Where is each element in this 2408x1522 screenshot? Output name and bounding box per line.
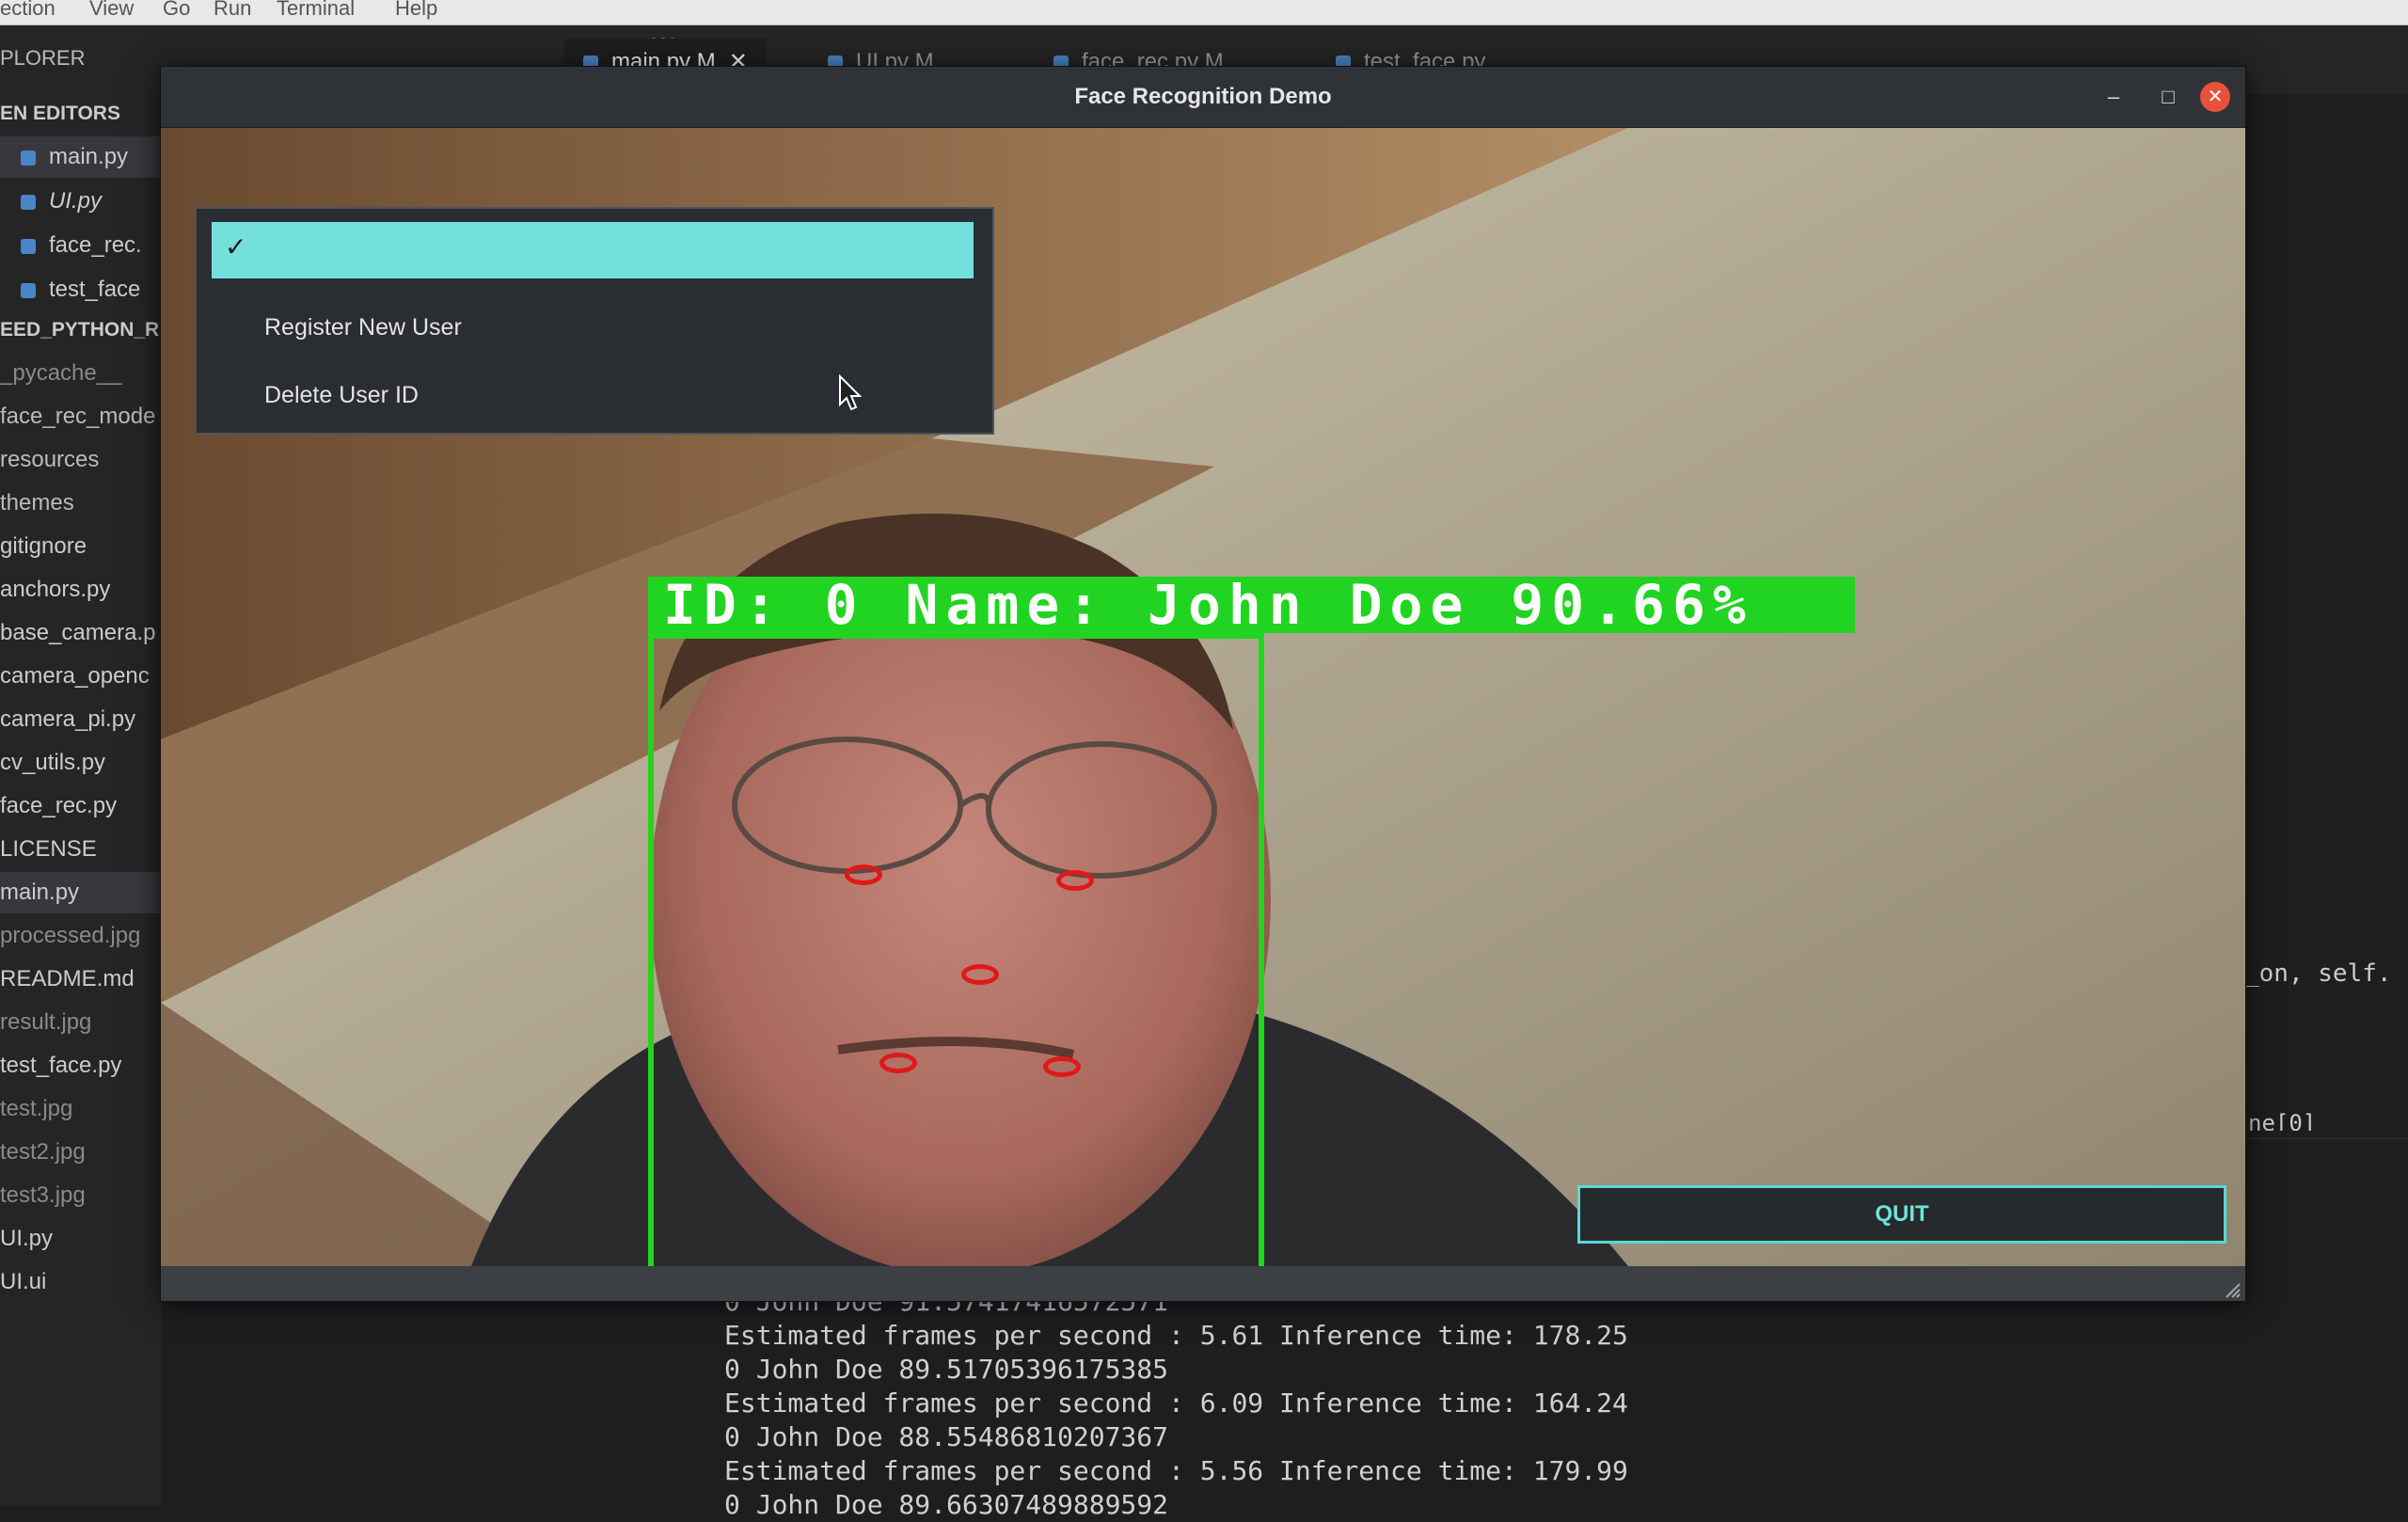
file-item[interactable]: LICENSE (0, 829, 162, 870)
code-text: _on, self. (2244, 959, 2392, 988)
file-item[interactable]: test2.jpg (0, 1132, 162, 1173)
open-editor-item[interactable]: test_face (0, 269, 162, 310)
file-item[interactable]: test3.jpg (0, 1175, 162, 1216)
open-editor-label: face_rec. (49, 232, 142, 258)
close-icon[interactable]: ✕ (2200, 82, 2230, 112)
detection-label-bar: ID: 0 Name: John Doe 90.66% (648, 573, 1855, 637)
open-editor-label: main.py (49, 144, 129, 169)
landmark-mouth-left (879, 1053, 917, 1073)
landmark-right-eye (1056, 870, 1094, 891)
file-item[interactable]: face_rec_mode (0, 396, 162, 437)
editor-code-fragment: _on, self. (2244, 959, 2392, 988)
landmark-left-eye (845, 864, 882, 885)
menu-selection[interactable]: ection (0, 0, 55, 21)
open-editor-label: test_face (49, 277, 141, 302)
open-editor-item[interactable]: main.py (0, 136, 162, 178)
project-title[interactable]: EED_PYTHON_R (0, 319, 159, 341)
file-item[interactable]: gitignore (0, 526, 162, 567)
file-item[interactable]: result.jpg (0, 1002, 162, 1043)
python-file-icon (21, 238, 36, 254)
file-item[interactable]: face_rec.py (0, 785, 162, 827)
file-item[interactable]: camera_pi.py (0, 699, 162, 740)
python-file-icon (21, 194, 36, 210)
mouse-cursor-icon (839, 374, 863, 411)
file-item[interactable]: UI.py (0, 1218, 162, 1260)
register-new-user-item[interactable]: Register New User (264, 314, 462, 341)
terminal-line: Estimated frames per second : 5.61 Infer… (724, 1320, 1628, 1351)
window-title: Face Recognition Demo (1074, 84, 1332, 109)
window-statusbar (161, 1266, 2245, 1301)
terminal-line: Estimated frames per second : 6.09 Infer… (724, 1387, 1628, 1419)
menu-item-selected[interactable]: ✓ (212, 222, 974, 278)
menu-run[interactable]: Run (214, 0, 251, 21)
file-item[interactable]: _pycache__ (0, 353, 162, 394)
open-editors-title[interactable]: EN EDITORS (0, 103, 120, 125)
file-item[interactable]: test_face.py (0, 1045, 162, 1086)
explorer-title: PLORER (0, 46, 86, 70)
python-file-icon (21, 282, 36, 298)
minimize-icon[interactable]: – (2099, 82, 2129, 112)
resize-grip-icon[interactable] (2223, 1280, 2242, 1299)
terminal-line: Estimated frames per second : 5.56 Infer… (724, 1455, 1628, 1486)
file-item[interactable]: base_camera.p (0, 612, 162, 654)
open-editor-item[interactable]: UI.py (0, 181, 162, 222)
landmark-nose (961, 964, 999, 985)
open-editor-item[interactable]: face_rec. (0, 225, 162, 266)
options-menu: ✓ Register New User Delete User ID (195, 207, 994, 435)
camera-feed: ✓ Register New User Delete User ID ID: 0… (161, 128, 2245, 1266)
file-item[interactable]: cv_utils.py (0, 742, 162, 784)
file-item[interactable]: main.py (0, 872, 162, 913)
face-recognition-window: Face Recognition Demo – □ ✕ ✓ Register N… (160, 66, 2246, 1302)
file-item[interactable]: themes (0, 483, 162, 524)
file-item[interactable]: README.md (0, 959, 162, 1000)
menu-go[interactable]: Go (163, 0, 190, 21)
quit-button[interactable]: QUIT (1577, 1185, 2226, 1244)
landmark-mouth-right (1043, 1056, 1081, 1077)
explorer-sidebar: PLORER EN EDITORS main.py UI.py face_rec.t… (0, 25, 162, 1505)
file-item[interactable]: processed.jpg (0, 915, 162, 957)
terminal-line: 0 John Doe 88.55486810207367 (724, 1421, 1169, 1452)
python-file-icon (21, 150, 36, 166)
file-item[interactable]: UI.ui (0, 1261, 162, 1303)
menu-view[interactable]: View (89, 0, 134, 21)
terminal-output: 0 John Doe 91.57417416572571Estimated fr… (724, 1286, 2408, 1520)
file-item[interactable]: anchors.py (0, 569, 162, 610)
open-editor-label: UI.py (49, 188, 103, 214)
file-item[interactable]: test.jpg (0, 1088, 162, 1130)
maximize-icon[interactable]: □ (2153, 82, 2183, 112)
delete-user-id-item[interactable]: Delete User ID (264, 382, 419, 409)
face-bounding-box (648, 633, 1264, 1266)
menubar: ection View Go Run Terminal Help (0, 0, 2408, 25)
editor-code-fragment-2: ne[0] (2248, 1110, 2317, 1131)
window-titlebar[interactable]: Face Recognition Demo – □ ✕ (161, 67, 2245, 128)
menu-terminal[interactable]: Terminal (277, 0, 355, 21)
terminal-line: 0 John Doe 89.66307489889592 (724, 1489, 1169, 1520)
terminal-line: 0 John Doe 89.51705396175385 (724, 1354, 1169, 1385)
detection-label: ID: 0 Name: John Doe 90.66% (663, 573, 1753, 637)
check-icon: ✓ (225, 232, 247, 262)
file-item[interactable]: camera_openc (0, 656, 162, 697)
menu-help[interactable]: Help (395, 0, 437, 21)
file-item[interactable]: resources (0, 439, 162, 481)
